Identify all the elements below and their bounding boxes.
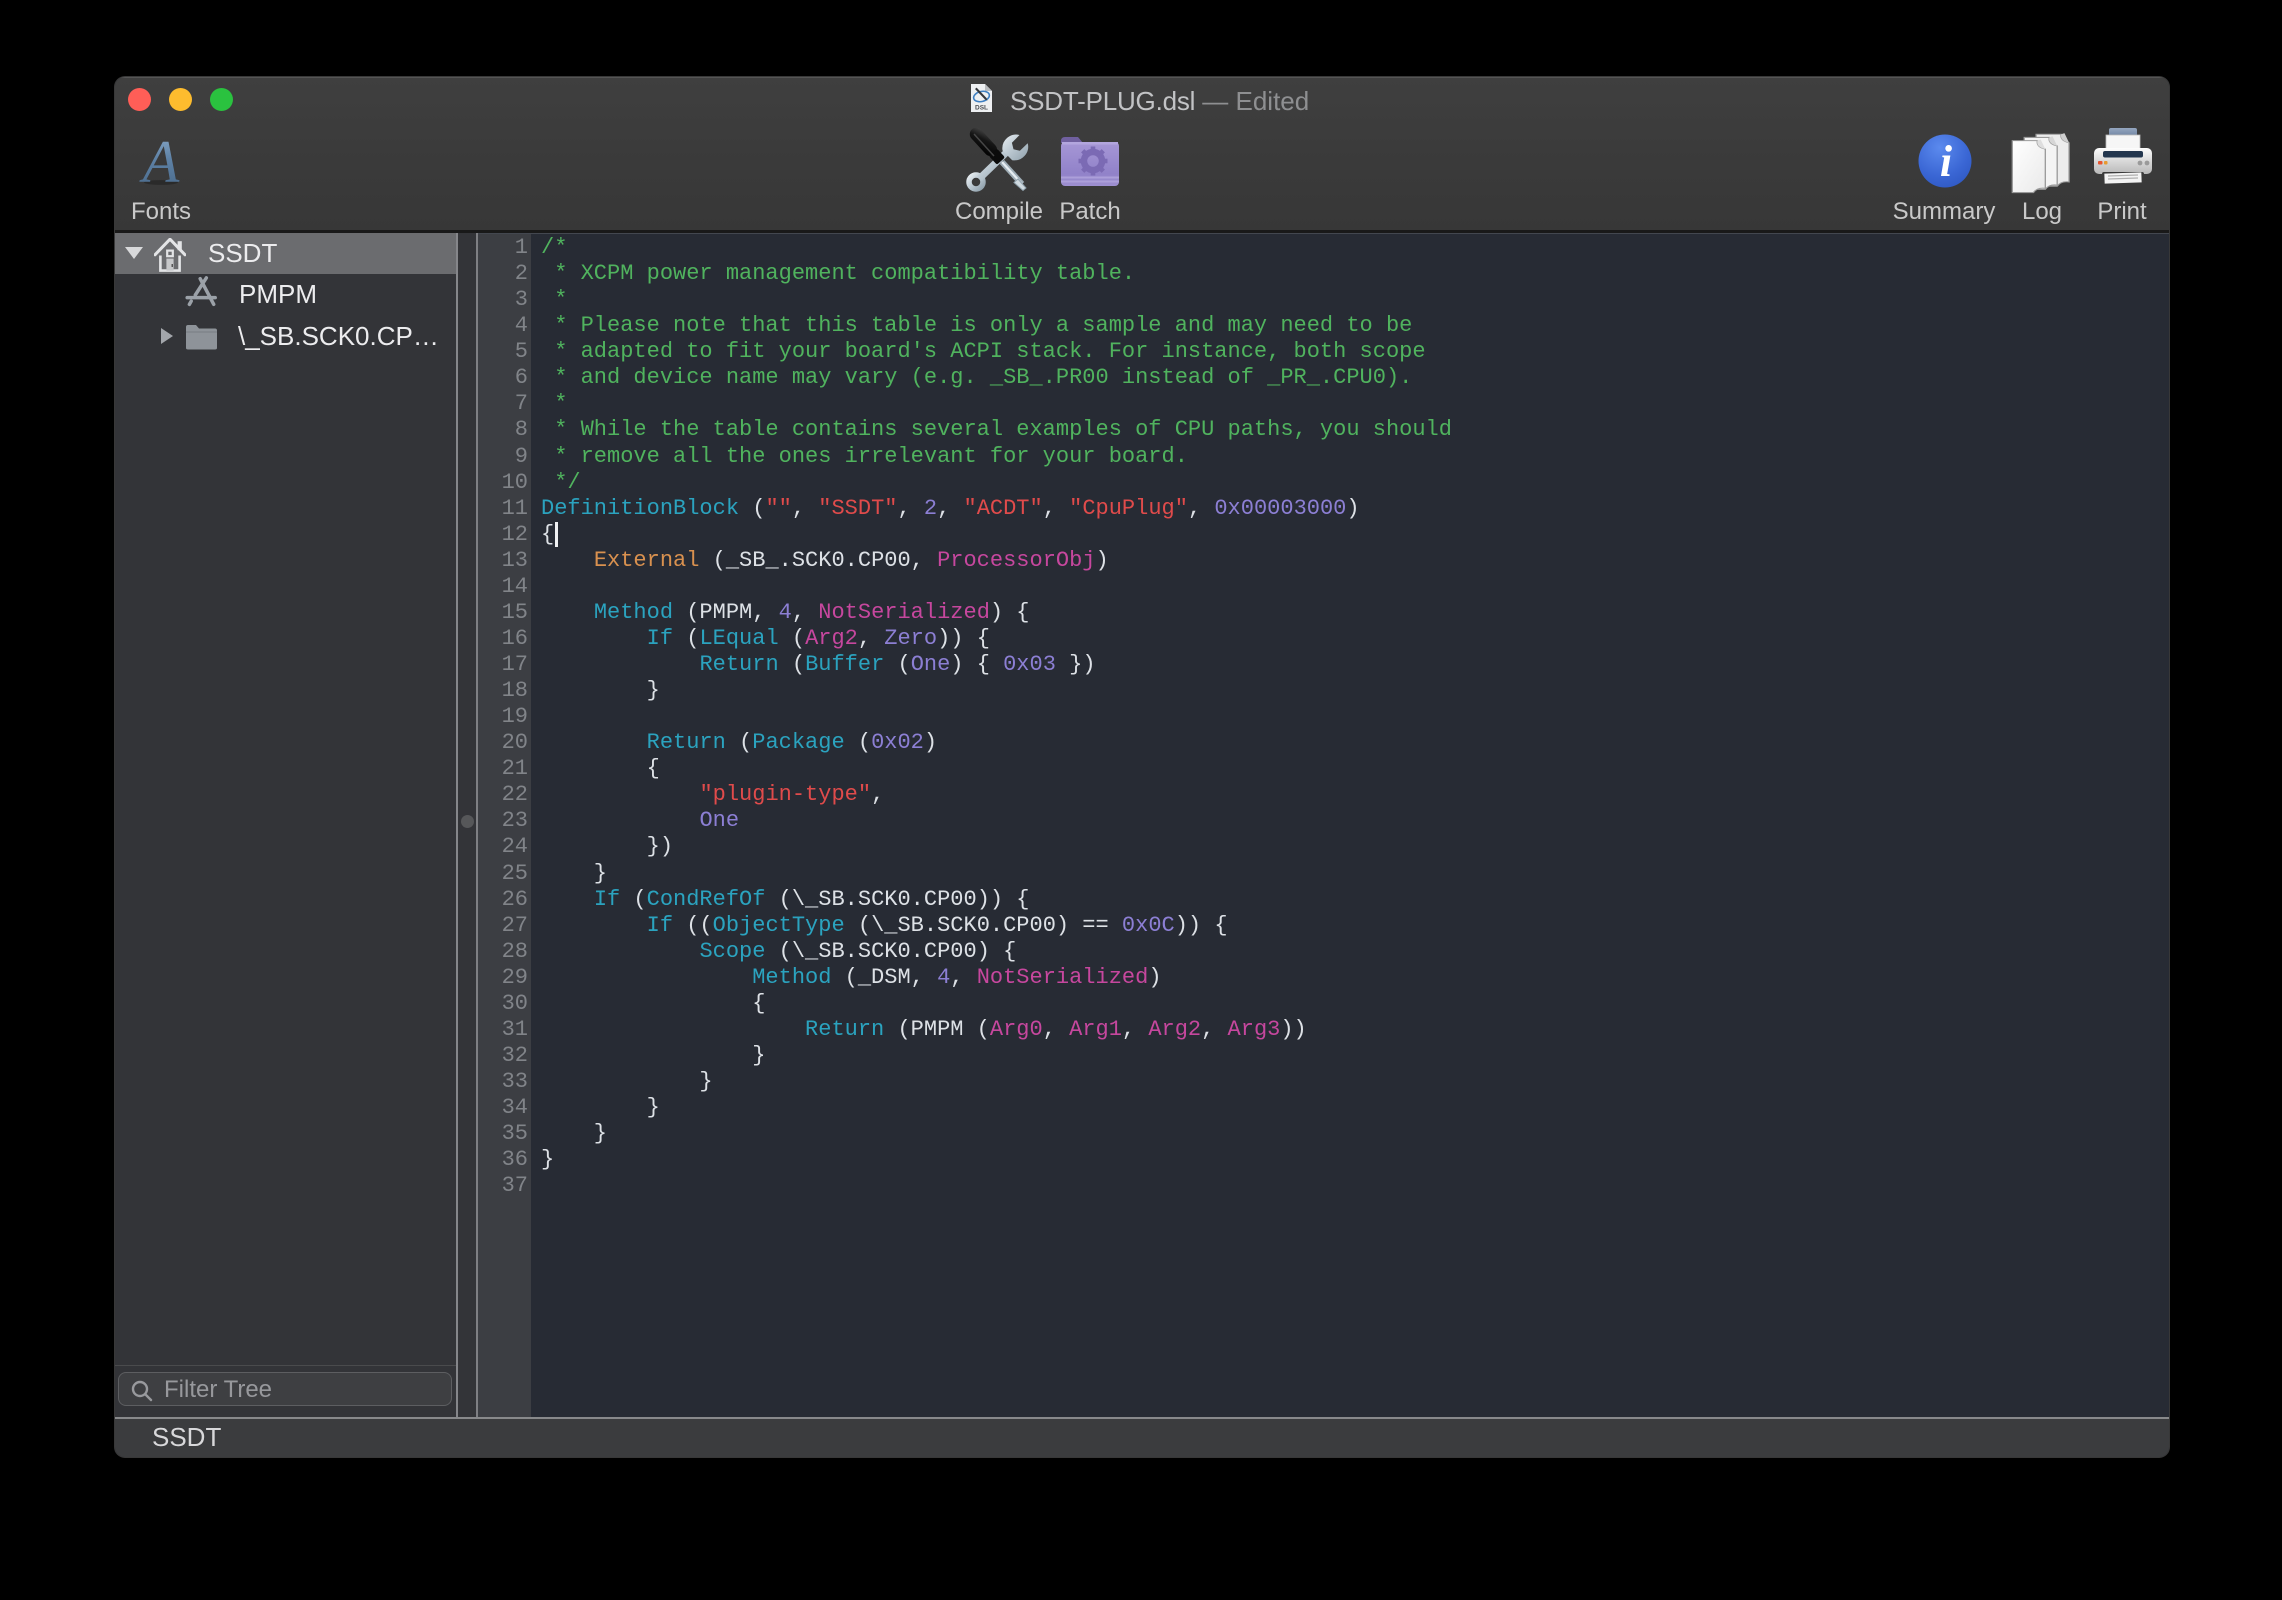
svg-text:i: i: [1940, 137, 1953, 186]
svg-text:DSL: DSL: [975, 105, 988, 112]
svg-text:A: A: [139, 133, 180, 189]
